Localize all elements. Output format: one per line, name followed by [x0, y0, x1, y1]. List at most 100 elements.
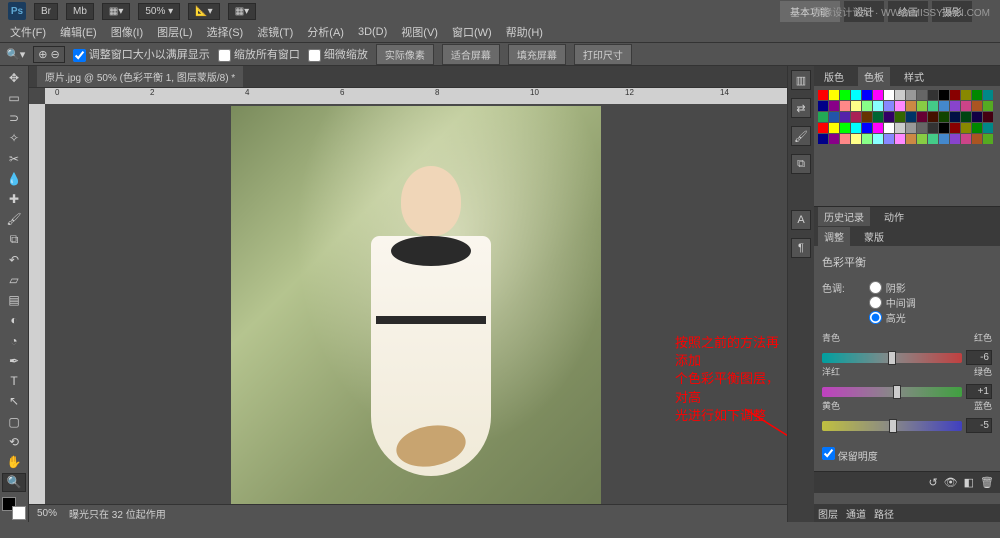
view-rulers[interactable]: 📐▾: [188, 3, 219, 20]
br-button[interactable]: Br: [34, 3, 58, 20]
swatches-panel[interactable]: [814, 86, 1000, 206]
mini-paragraph-icon[interactable]: ¶: [791, 238, 811, 258]
crop-tool[interactable]: ✂: [2, 149, 26, 168]
opt-resize-window[interactable]: 调整窗口大小以满屏显示: [73, 46, 210, 62]
view-extras[interactable]: ▦▾: [228, 3, 256, 20]
lasso-tool[interactable]: ⊃: [2, 108, 26, 127]
history-brush-tool[interactable]: ↶: [2, 250, 26, 269]
tab-actions[interactable]: 动作: [878, 207, 910, 226]
menu-help[interactable]: 帮助(H): [500, 22, 549, 42]
opt-scrubby[interactable]: 细微缩放: [308, 46, 368, 62]
mini-minibridge-icon[interactable]: ▥: [791, 70, 811, 90]
color-panel-tabs: 版色 色板 样式: [814, 66, 1000, 86]
slider-value-1[interactable]: [966, 384, 992, 399]
color-swatches[interactable]: [2, 497, 26, 520]
menu-window[interactable]: 窗口(W): [446, 22, 498, 42]
tab-swatches[interactable]: 色板: [858, 67, 890, 86]
tab-adjustments[interactable]: 调整: [818, 227, 850, 246]
blur-tool[interactable]: ◐: [2, 311, 26, 330]
menu-analysis[interactable]: 分析(A): [301, 22, 350, 42]
menu-layer[interactable]: 图层(L): [151, 22, 198, 42]
menu-edit[interactable]: 编辑(E): [54, 22, 103, 42]
ruler-horizontal: 02468101214: [45, 88, 787, 104]
tone-shadows-radio[interactable]: [869, 281, 882, 294]
hand-tool[interactable]: ✋: [2, 452, 26, 471]
move-tool[interactable]: ✥: [2, 68, 26, 87]
print-size-button[interactable]: 打印尺寸: [574, 44, 632, 65]
tab-masks[interactable]: 蒙版: [858, 227, 890, 246]
status-info: 曝光只在 32 位起作用: [69, 506, 166, 521]
shape-tool[interactable]: ▢: [2, 412, 26, 431]
slider-right-label: 绿色: [974, 365, 992, 378]
menu-view[interactable]: 视图(V): [395, 22, 444, 42]
menu-select[interactable]: 选择(S): [201, 22, 250, 42]
slider-left-label: 洋红: [822, 365, 840, 378]
delete-icon[interactable]: 🗑: [980, 476, 994, 489]
menu-filter[interactable]: 滤镜(T): [251, 22, 299, 42]
arrange-button[interactable]: ▦▾: [102, 3, 130, 20]
mini-brush-icon[interactable]: 🖌: [791, 126, 811, 146]
slider-value-0[interactable]: [966, 350, 992, 365]
toolbox: ✥ ▭ ⊃ ✧ ✂ 💧 ✚ 🖌 ⧉ ↶ ▱ ▤ ◐ ◔ ✒ T ↖ ▢ ⟲ ✋ …: [0, 66, 28, 522]
path-tool[interactable]: ↖: [2, 392, 26, 411]
status-zoom[interactable]: 50%: [37, 508, 57, 519]
tab-color[interactable]: 版色: [818, 67, 850, 86]
adjustment-title: 色彩平衡: [822, 254, 992, 270]
slider-right-label: 红色: [974, 331, 992, 344]
actual-pixels-button[interactable]: 实际像素: [376, 44, 434, 65]
marquee-tool[interactable]: ▭: [2, 88, 26, 107]
watermark: 思缘设计论坛 · WWW.MISSYUAN.COM: [812, 4, 990, 19]
pen-tool[interactable]: ✒: [2, 351, 26, 370]
reset-icon[interactable]: ↺: [928, 476, 937, 489]
ruler-vertical: [29, 104, 45, 504]
menu-bar: 文件(F) 编辑(E) 图像(I) 图层(L) 选择(S) 滤镜(T) 分析(A…: [0, 22, 1000, 42]
slider-left-label: 青色: [822, 331, 840, 344]
eraser-tool[interactable]: ▱: [2, 270, 26, 289]
color-balance-panel: 色彩平衡 色调: 阴影 中间调 高光 青色红色 洋红绿色 黄色蓝色 保留明度: [814, 246, 1000, 471]
tone-midtones-radio[interactable]: [869, 296, 882, 309]
menu-3d[interactable]: 3D(D): [352, 24, 393, 40]
tone-label: 色调:: [822, 280, 845, 295]
tab-layers[interactable]: 图层: [818, 506, 838, 521]
zoom-tool-icon: 🔍▾: [6, 48, 25, 61]
tone-highlights-radio[interactable]: [869, 311, 882, 324]
canvas[interactable]: 按照之前的方法再添加 个色彩平衡图层，对高 光进行如下调整: [45, 104, 787, 504]
opt-zoom-all[interactable]: 缩放所有窗口: [218, 46, 300, 62]
tab-channels[interactable]: 通道: [846, 506, 866, 521]
color-balance-slider-2[interactable]: [822, 421, 962, 431]
zoom-select[interactable]: 50% ▾: [138, 3, 180, 20]
document-tab[interactable]: 原片.jpg @ 50% (色彩平衡 1, 图层蒙版/8) *: [37, 66, 243, 87]
zoom-mode[interactable]: ⊕ ⊖: [33, 46, 65, 63]
gradient-tool[interactable]: ▤: [2, 291, 26, 310]
preserve-luminosity-check[interactable]: 保留明度: [822, 447, 992, 463]
slider-value-2[interactable]: [966, 418, 992, 433]
annotation-arrow: [735, 404, 787, 464]
mini-clone-icon[interactable]: ⧉: [791, 154, 811, 174]
menu-image[interactable]: 图像(I): [105, 22, 149, 42]
fit-screen-button[interactable]: 适合屏幕: [442, 44, 500, 65]
dodge-tool[interactable]: ◔: [2, 331, 26, 350]
mini-character-icon[interactable]: A: [791, 210, 811, 230]
tab-history[interactable]: 历史记录: [818, 207, 870, 226]
healing-tool[interactable]: ✚: [2, 189, 26, 208]
visibility-icon[interactable]: 👁: [944, 476, 958, 489]
zoom-tool[interactable]: 🔍: [2, 473, 26, 492]
fill-screen-button[interactable]: 填充屏幕: [508, 44, 566, 65]
mini-swap-icon[interactable]: ⇄: [791, 98, 811, 118]
ps-logo: Ps: [8, 2, 26, 20]
color-balance-slider-0[interactable]: [822, 353, 962, 363]
type-tool[interactable]: T: [2, 372, 26, 391]
menu-file[interactable]: 文件(F): [4, 22, 52, 42]
color-balance-slider-1[interactable]: [822, 387, 962, 397]
wand-tool[interactable]: ✧: [2, 129, 26, 148]
stamp-tool[interactable]: ⧉: [2, 230, 26, 249]
tab-paths[interactable]: 路径: [874, 506, 894, 521]
mb-button[interactable]: Mb: [66, 3, 94, 20]
eyedropper-tool[interactable]: 💧: [2, 169, 26, 188]
status-bar: 50% 曝光只在 32 位起作用: [29, 504, 787, 522]
adjustments-panel-tabs: 调整 蒙版: [814, 226, 1000, 246]
brush-tool[interactable]: 🖌: [2, 210, 26, 229]
clip-icon[interactable]: ◧: [964, 476, 974, 489]
3d-tool[interactable]: ⟲: [2, 432, 26, 451]
tab-styles[interactable]: 样式: [898, 67, 930, 86]
